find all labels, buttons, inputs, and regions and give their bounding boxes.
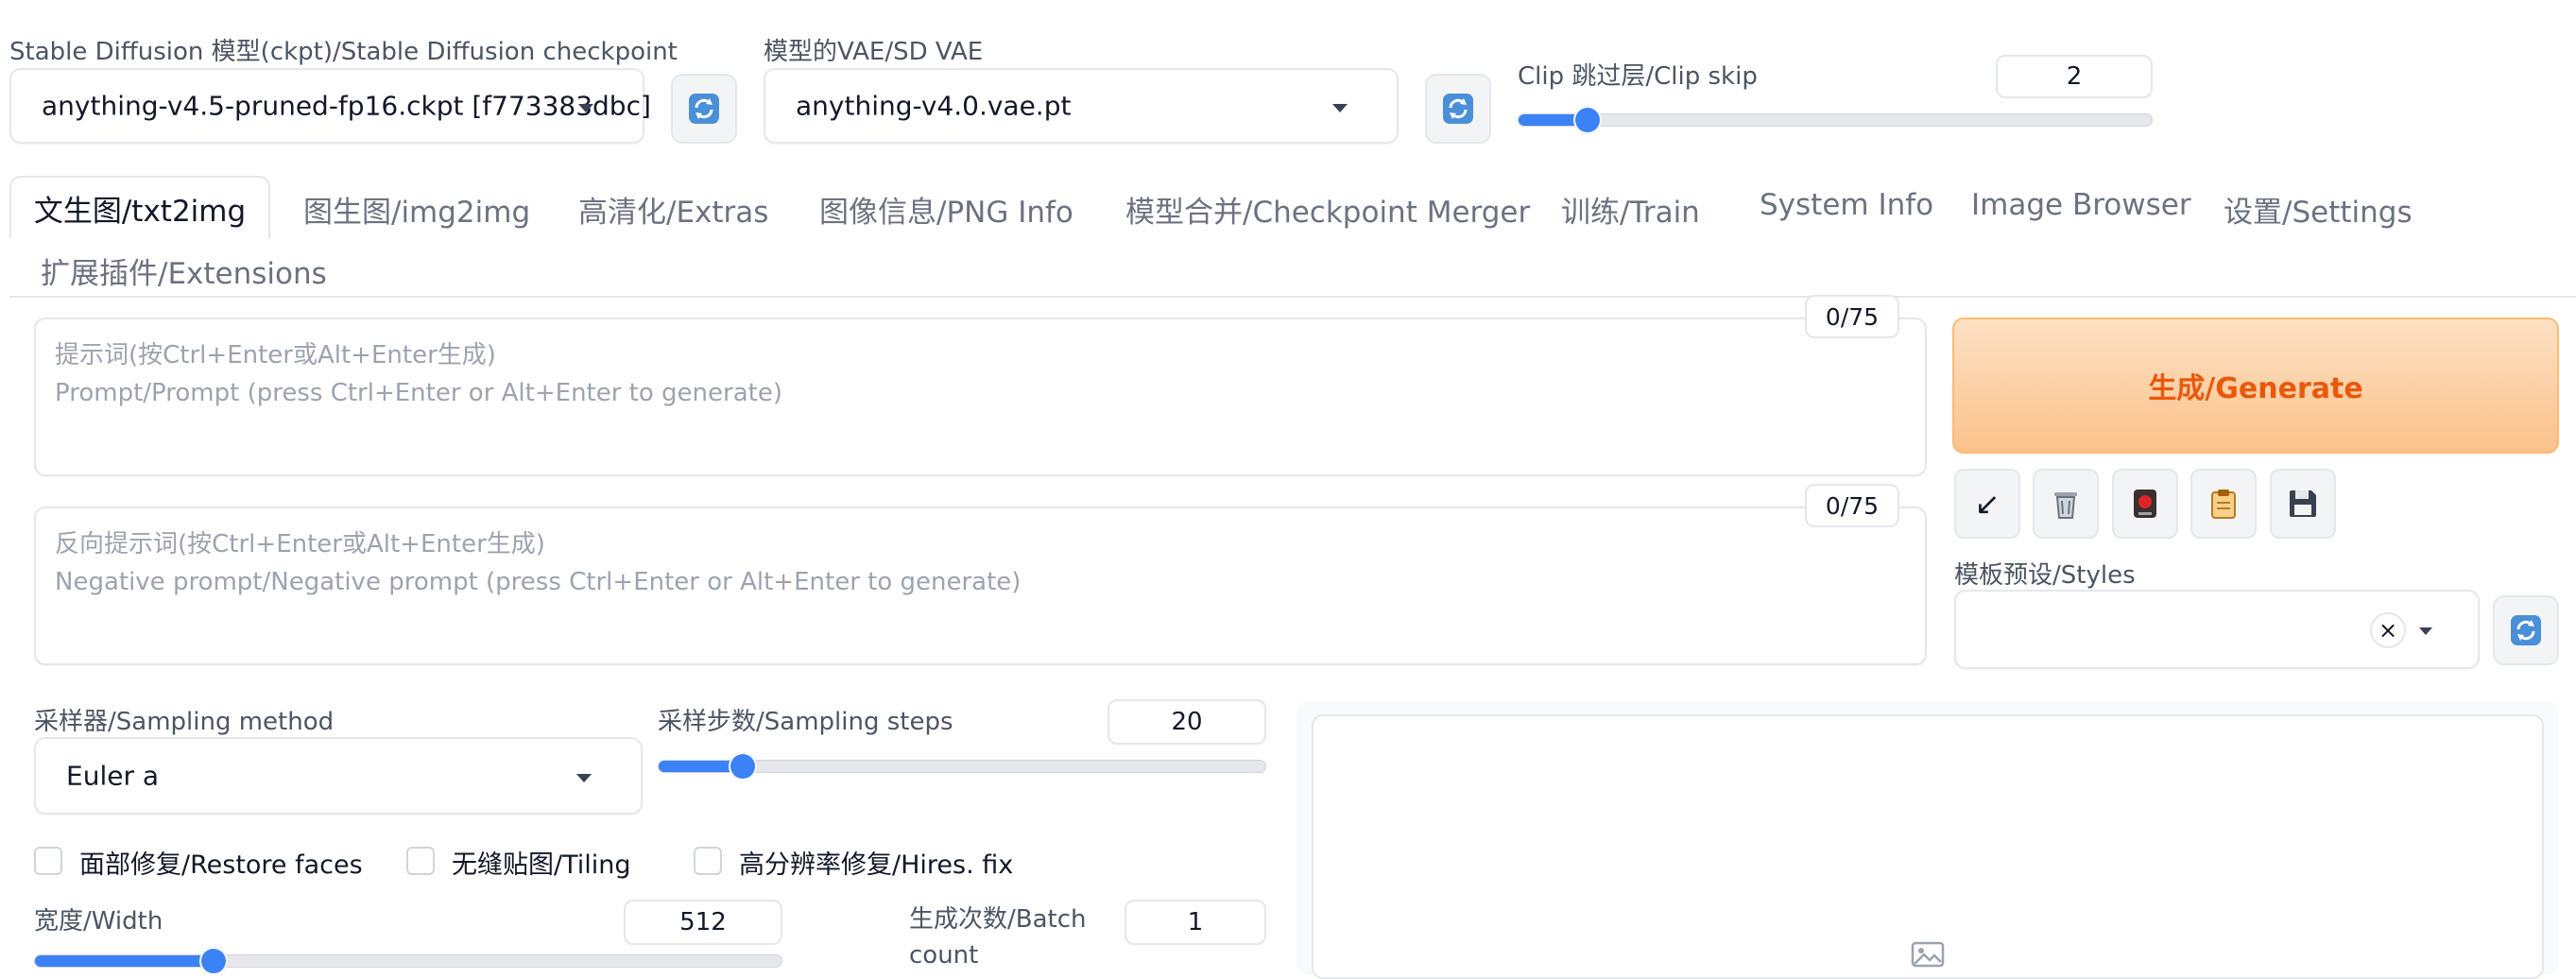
negative-prompt-textarea[interactable]: 反向提示词(按Ctrl+Enter或Alt+Enter生成) Negative … [34,507,1927,665]
width-slider[interactable] [34,947,782,977]
trash-icon [2054,492,2077,519]
tab-txt2img[interactable]: 文生图/txt2img [9,176,270,238]
tiling-label: 无缝贴图/Tiling [452,850,631,880]
vae-refresh-button[interactable] [1425,74,1491,144]
slider-thumb[interactable] [199,947,228,975]
tiling-checkbox[interactable] [406,847,435,875]
slider-thumb[interactable] [729,752,757,781]
slider-thumb[interactable] [1573,106,1602,134]
batch-count-number-input[interactable]: 1 [1125,900,1266,945]
sampling-method-dropdown[interactable]: Euler a [34,737,643,815]
tab-png-info[interactable]: 图像信息/PNG Info [819,188,1073,231]
tab-img2img[interactable]: 图生图/img2img [303,188,530,231]
clipboard-icon [2211,490,2236,519]
prompt-textarea[interactable]: 提示词(按Ctrl+Enter或Alt+Enter生成) Prompt/Prom… [34,318,1927,476]
output-image-area[interactable] [1312,714,2544,979]
red-record-icon [2134,490,2156,518]
width-label: 宽度/Width [34,907,163,936]
sampling-steps-slider[interactable] [658,752,1266,781]
tab-system-info[interactable]: System Info [1760,188,1933,222]
clear-prompt-button[interactable] [2033,469,2099,539]
checkpoint-label: Stable Diffusion 模型(ckpt)/Stable Diffusi… [9,38,678,66]
vae-dropdown[interactable]: anything-v4.0.vae.pt [764,68,1399,144]
prompt-token-counter: 0/75 [1805,295,1899,338]
tab-extensions[interactable]: 扩展插件/Extensions [41,249,327,292]
sampling-steps-label: 采样步数/Sampling steps [658,708,953,736]
paste-prompt-button[interactable]: ↙ [1954,469,2020,539]
clip-skip-slider[interactable] [1518,106,2153,134]
styles-label: 模板预设/Styles [1954,561,2136,590]
hires-fix-checkbox[interactable] [694,847,722,875]
image-placeholder-icon [1911,941,1945,968]
prompt-placeholder-line2: Prompt/Prompt (press Ctrl+Enter or Alt+E… [55,379,782,407]
refresh-icon [2511,615,2541,645]
slider-track [1518,113,2153,127]
sampling-steps-number-input[interactable]: 20 [1108,699,1266,745]
tab-bar-divider [9,296,2576,298]
sampling-method-label: 采样器/Sampling method [34,708,335,736]
styles-refresh-button[interactable] [2493,595,2559,665]
sampling-method-value: Euler a [66,760,160,792]
batch-count-label: 生成次数/Batch count [909,902,1087,973]
width-number-input[interactable]: 512 [624,900,782,945]
batch-count-label-line2: count [909,941,979,970]
extra-networks-button[interactable] [2112,469,2178,539]
tab-extras[interactable]: 高清化/Extras [578,188,768,231]
tab-settings[interactable]: 设置/Settings [2224,188,2413,231]
chevron-down-icon [2419,627,2432,635]
slider-fill [35,955,215,967]
checkpoint-value: anything-v4.5-pruned-fp16.ckpt [f773383d… [42,90,651,122]
checkpoint-dropdown[interactable]: anything-v4.5-pruned-fp16.ckpt [f773383d… [9,68,651,144]
vae-value: anything-v4.0.vae.pt [796,90,1072,122]
negative-prompt-placeholder-line2: Negative prompt/Negative prompt (press C… [55,568,1022,596]
batch-count-label-line1: 生成次数/Batch [909,905,1087,934]
negative-prompt-placeholder-line1: 反向提示词(按Ctrl+Enter或Alt+Enter生成) [55,530,545,558]
tab-image-browser[interactable]: Image Browser [1971,188,2191,222]
vae-label: 模型的VAE/SD VAE [764,38,984,66]
restore-faces-label: 面部修复/Restore faces [79,850,363,880]
clip-skip-label: Clip 跳过层/Clip skip [1518,62,1758,91]
apply-style-button[interactable] [2190,469,2257,539]
hires-fix-label: 高分辨率修复/Hires. fix [739,850,1014,880]
arrow-down-left-icon: ↙ [1974,486,2001,522]
chevron-down-icon [578,104,593,112]
save-style-button[interactable] [2270,469,2336,539]
tab-train[interactable]: 训练/Train [1561,188,1700,231]
styles-dropdown[interactable]: × [1954,590,2480,669]
chevron-down-icon [576,774,592,782]
prompt-placeholder-line1: 提示词(按Ctrl+Enter或Alt+Enter生成) [55,341,496,369]
refresh-icon [1443,94,1473,124]
chevron-down-icon [1332,104,1348,112]
tab-checkpoint-merger[interactable]: 模型合并/Checkpoint Merger [1125,188,1530,231]
refresh-icon [689,94,719,124]
generate-button[interactable]: 生成/Generate [1952,318,2559,454]
slider-track [34,954,782,968]
restore-faces-checkbox[interactable] [34,847,62,875]
clip-skip-number-input[interactable]: 2 [1996,55,2153,98]
clear-icon[interactable]: × [2370,612,2406,648]
checkpoint-refresh-button[interactable] [671,74,737,144]
save-icon [2290,490,2316,517]
negative-prompt-token-counter: 0/75 [1805,484,1899,527]
